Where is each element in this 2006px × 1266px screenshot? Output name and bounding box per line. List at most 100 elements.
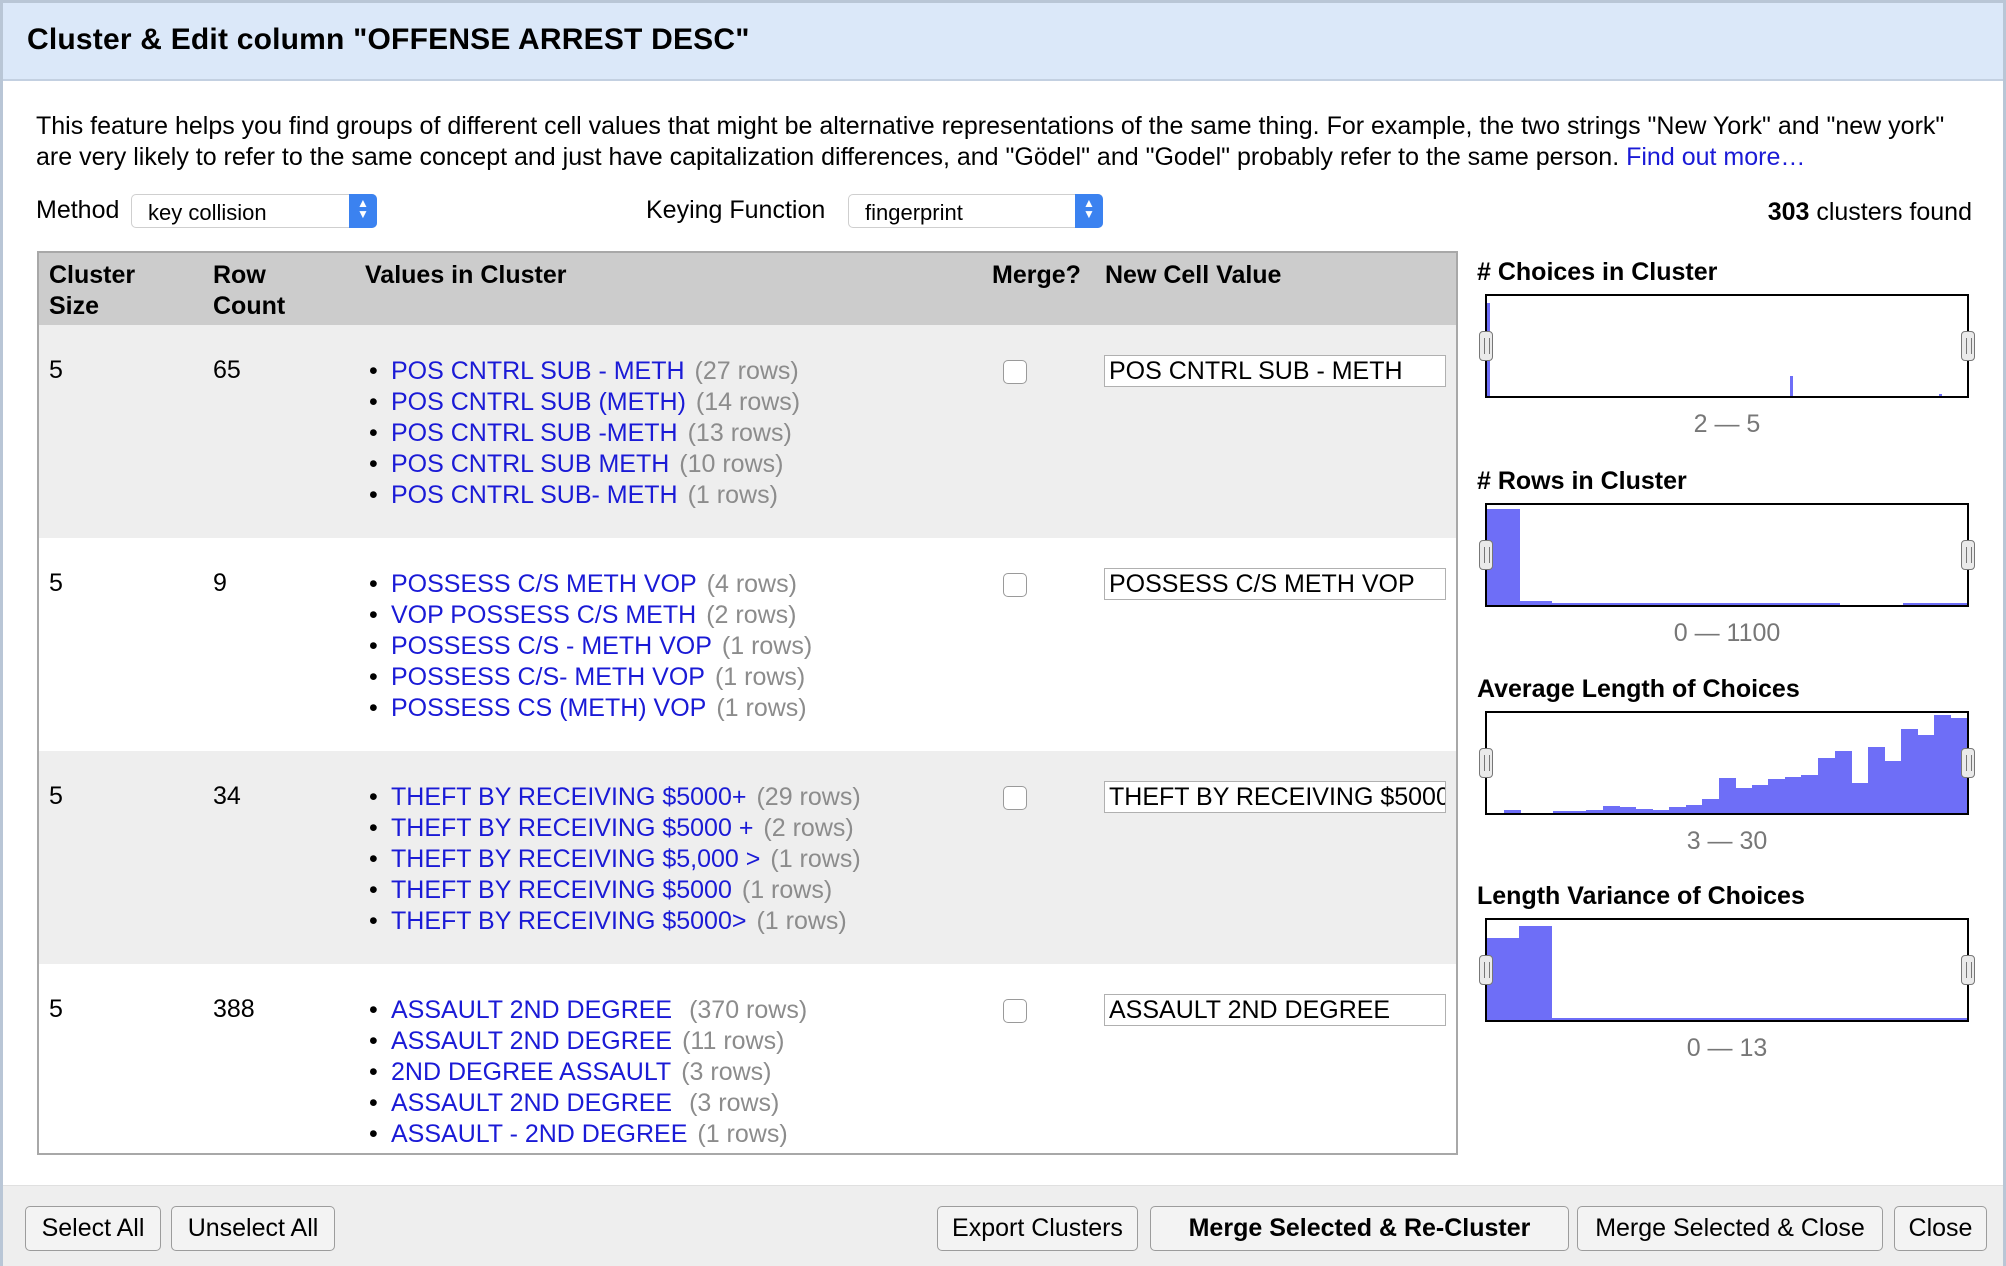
histogram-bar [1647, 1018, 1680, 1020]
histogram-bar [1743, 603, 1776, 605]
histogram-bar [1917, 735, 1935, 813]
cluster-value-link[interactable]: THEFT BY RECEIVING $5000 [391, 876, 732, 904]
facet-title: Average Length of Choices [1477, 675, 1800, 703]
cluster-value-row-count: (10 rows) [679, 450, 784, 478]
list-item: POSSESS C/S METH VOP (4 rows) [369, 569, 812, 600]
histogram-bar [1519, 926, 1552, 1020]
clusters-found-status: 303 clusters found [1768, 198, 1972, 227]
cluster-value-link[interactable]: 2ND DEGREE ASSAULT [391, 1058, 671, 1086]
merge-checkbox[interactable] [1003, 360, 1027, 384]
histogram-bar [1711, 603, 1744, 605]
histogram-bar [1685, 805, 1703, 813]
cluster-value-link[interactable]: POS CNTRL SUB- METH [391, 481, 678, 509]
cluster-value-row-count: (2 rows) [763, 814, 854, 842]
cluster-value-link[interactable]: VOP POSSESS C/S METH [391, 601, 696, 629]
range-handle-right[interactable] [1961, 955, 1975, 985]
keying-function-select[interactable]: fingerprint ▲ ▼ [848, 194, 1103, 228]
merge-checkbox[interactable] [1003, 786, 1027, 810]
table-row: 5 9 POSSESS C/S METH VOP(4 rows)VOP POSSES… [39, 538, 1456, 751]
unselect-all-button[interactable]: Unselect All [171, 1206, 335, 1251]
cluster-value-link[interactable]: POS CNTRL SUB -METH [391, 419, 678, 447]
cluster-value-link[interactable]: THEFT BY RECEIVING $5000+ [391, 783, 746, 811]
cluster-value-link[interactable]: ASSAULT 2ND DEGREE [391, 996, 679, 1024]
list-item: POS CNTRL SUB - METH (27 rows) [369, 356, 800, 387]
merge-checkbox[interactable] [1003, 573, 1027, 597]
histogram-bar [1935, 603, 1967, 605]
description-paragraph: This feature helps you find groups of di… [36, 111, 1976, 173]
new-cell-value-input[interactable]: POSSESS C/S METH VOP [1104, 568, 1446, 600]
select-all-button[interactable]: Select All [25, 1206, 161, 1251]
cluster-value-link[interactable]: POSSESS C/S - METH VOP [391, 632, 712, 660]
cluster-value-link[interactable]: THEFT BY RECEIVING $5000> [391, 907, 746, 935]
cluster-values-list: ASSAULT 2ND DEGREE (370 rows) ASSAULT 2ND… [369, 995, 807, 1150]
new-cell-value-input[interactable]: THEFT BY RECEIVING $5000+ [1104, 781, 1446, 813]
facet-histogram[interactable] [1485, 503, 1969, 607]
histogram-bar [1933, 715, 1951, 813]
cluster-value-row-count: (2 rows) [706, 601, 797, 629]
merge-close-button[interactable]: Merge Selected & Close [1577, 1206, 1883, 1251]
histogram-bar [1834, 751, 1852, 813]
list-item: POS CNTRL SUB METH (10 rows) [369, 449, 800, 480]
find-out-more-link[interactable]: Find out more… [1626, 143, 1805, 171]
list-item: THEFT BY RECEIVING $5000 (1 rows) [369, 875, 861, 906]
method-select[interactable]: key collision ▲ ▼ [131, 194, 377, 228]
range-handle-left[interactable] [1479, 955, 1493, 985]
merge-checkbox[interactable] [1003, 999, 1027, 1023]
range-handle-left[interactable] [1479, 540, 1493, 570]
dialog-footer: Select All Unselect All Export Clusters … [3, 1185, 2003, 1266]
keying-select-value: fingerprint [865, 200, 963, 225]
cluster-value-link[interactable]: THEFT BY RECEIVING $5,000 > [391, 845, 760, 873]
cluster-value-row-count: (1 rows) [721, 632, 813, 660]
histogram-bar [1553, 811, 1571, 813]
range-handle-left[interactable] [1479, 331, 1493, 361]
range-handle-right[interactable] [1961, 540, 1975, 570]
select-spinner-icon: ▲ ▼ [1075, 194, 1103, 228]
list-item: POS CNTRL SUB (METH) (14 rows) [369, 387, 800, 418]
histogram-bar [1711, 1018, 1744, 1020]
close-button[interactable]: Close [1894, 1206, 1987, 1251]
header-new-cell-value: New Cell Value [1105, 261, 1282, 289]
cluster-value-link[interactable]: ASSAULT 2ND DEGREE [391, 1027, 672, 1055]
histogram-bar [1851, 783, 1869, 813]
cluster-value-link[interactable]: POSSESS CS (METH) VOP [391, 694, 706, 722]
row-count-cell: 9 [213, 569, 227, 597]
clusters-table: Cluster Size Row Count Values in Cluster… [37, 251, 1458, 1155]
merge-recluster-button[interactable]: Merge Selected & Re-Cluster [1150, 1206, 1569, 1251]
facet-histogram[interactable] [1485, 918, 1969, 1022]
cluster-size-cell: 5 [49, 569, 63, 597]
cluster-value-row-count: (370 rows) [689, 996, 808, 1024]
facet-title: # Rows in Cluster [1477, 467, 1687, 495]
new-cell-value-input[interactable]: ASSAULT 2ND DEGREE [1104, 994, 1446, 1026]
cluster-value-link[interactable]: POSSESS C/S METH VOP [391, 570, 697, 598]
cluster-size-cell: 5 [49, 782, 63, 810]
cluster-values-list: THEFT BY RECEIVING $5000+(29 rows)THEFT … [369, 782, 861, 937]
table-row: 534THEFT BY RECEIVING $5000+(29 rows)THE… [39, 751, 1456, 964]
cluster-value-link[interactable]: POS CNTRL SUB (METH) [391, 388, 686, 416]
cluster-value-link[interactable]: THEFT BY RECEIVING $5000 + [391, 814, 753, 842]
facet-histogram[interactable] [1485, 294, 1969, 398]
cluster-value-row-count: (1 rows) [741, 876, 833, 904]
cluster-value-link[interactable]: POSSESS C/S- METH VOP [391, 663, 705, 691]
histogram-bar [1775, 603, 1808, 605]
histogram-bar [1583, 1018, 1616, 1020]
cluster-value-link[interactable]: ASSAULT - 2ND DEGREE [391, 1120, 687, 1148]
cluster-value-link[interactable]: POS CNTRL SUB METH [391, 450, 669, 478]
range-handle-left[interactable] [1479, 748, 1493, 778]
cluster-value-link[interactable]: ASSAULT 2ND DEGREE [391, 1089, 679, 1117]
facet-histogram[interactable] [1485, 711, 1969, 815]
cluster-value-link[interactable]: POS CNTRL SUB - METH [391, 357, 685, 385]
range-handle-right[interactable] [1961, 331, 1975, 361]
histogram-bar [1635, 809, 1653, 813]
dialog-titlebar[interactable]: Cluster & Edit column "OFFENSE ARREST DE… [3, 3, 2003, 81]
new-cell-value-input[interactable]: POS CNTRL SUB - METH [1104, 355, 1446, 387]
cluster-edit-dialog: Cluster & Edit column "OFFENSE ARREST DE… [0, 0, 2006, 1266]
histogram-bar [1790, 376, 1794, 396]
cluster-value-row-count: (1 rows) [687, 481, 778, 509]
histogram-bar [1647, 603, 1680, 605]
histogram-bar [1718, 778, 1736, 813]
list-item: THEFT BY RECEIVING $5000 + (2 rows) [369, 813, 861, 844]
histogram-bar [1884, 761, 1902, 813]
range-handle-right[interactable] [1961, 748, 1975, 778]
cluster-value-row-count: (13 rows) [687, 419, 792, 447]
export-clusters-button[interactable]: Export Clusters [937, 1206, 1138, 1251]
